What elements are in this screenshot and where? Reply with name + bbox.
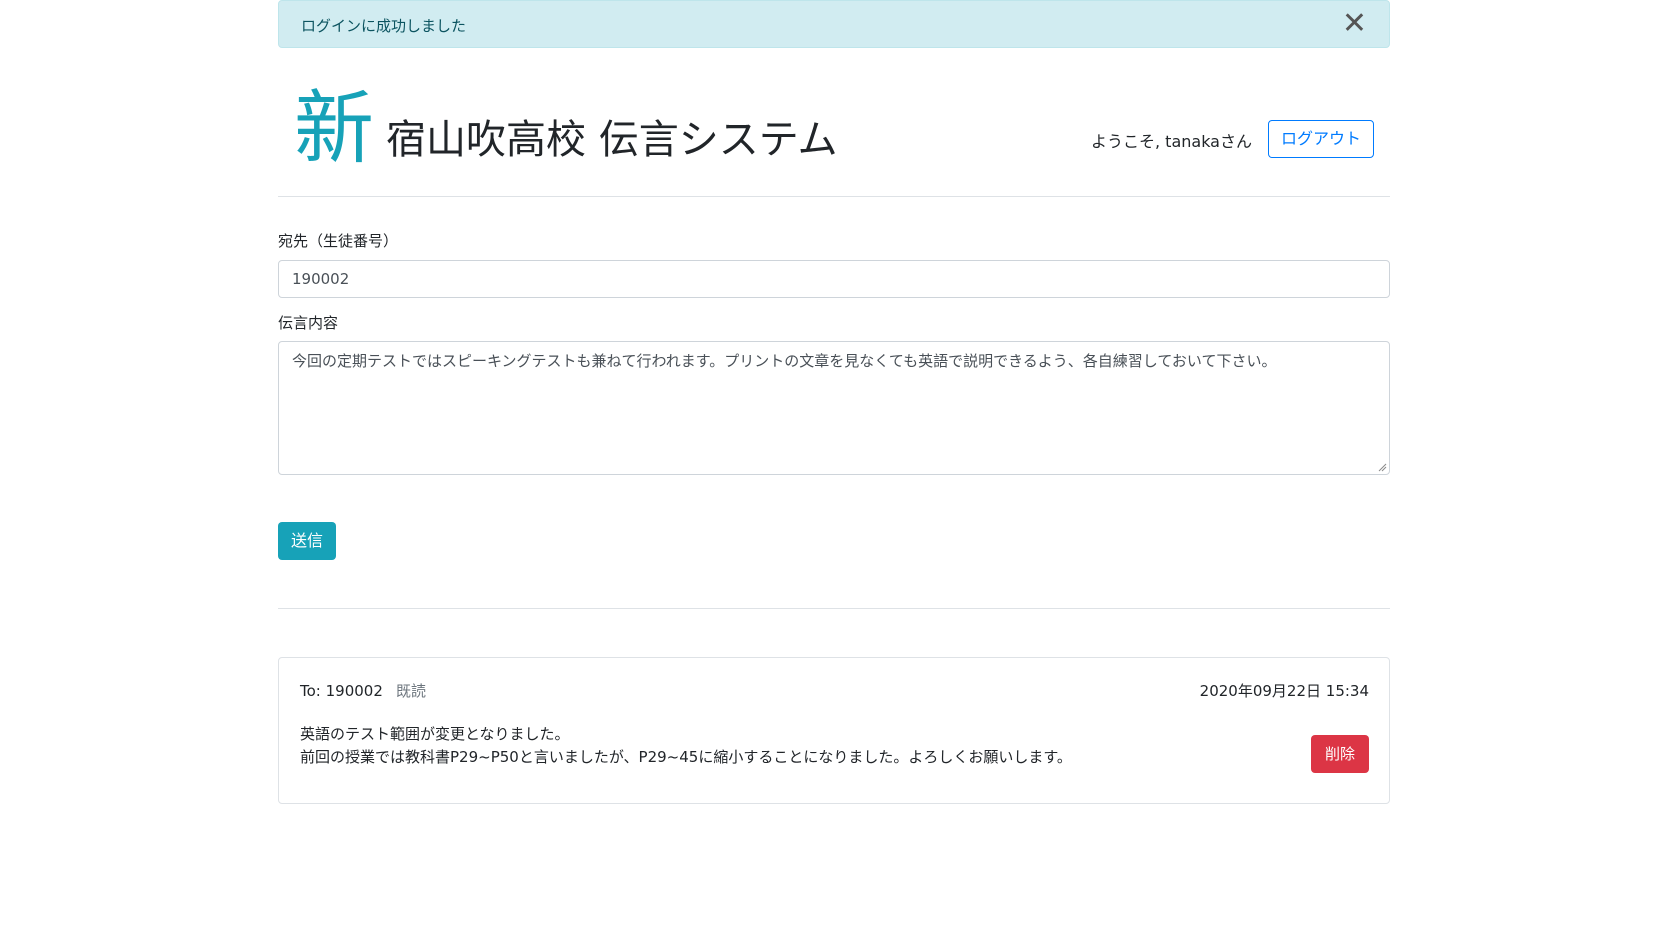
site-header: 新 宿山吹高校 伝言システム ようこそ, tanakaさん ログアウト bbox=[278, 48, 1390, 197]
resize-handle-icon[interactable] bbox=[1377, 462, 1387, 472]
recipient-label: 宛先（生徒番号） bbox=[278, 232, 399, 250]
message-recipient: To: 190002 bbox=[300, 682, 383, 700]
close-icon[interactable]: ✕ bbox=[1342, 9, 1367, 39]
logout-button[interactable]: ログアウト bbox=[1268, 120, 1374, 158]
message-line: 英語のテスト範囲が変更となりました。 bbox=[300, 725, 570, 743]
read-status-badge: 既読 bbox=[396, 682, 427, 700]
message-card: To: 190002 既読 2020年09月22日 15:34 英語のテスト範囲… bbox=[278, 657, 1390, 804]
recipient-input[interactable]: 190002 bbox=[278, 260, 1390, 298]
logo-mark: 新 bbox=[294, 82, 374, 175]
content-label: 伝言内容 bbox=[278, 314, 339, 332]
content-text: 今回の定期テストではスピーキングテストも兼ねて行われます。プリントの文章を見なく… bbox=[292, 352, 1277, 370]
message-line: 前回の授業では教科書P29~P50と言いましたが、P29~45に縮小することにな… bbox=[300, 748, 1072, 766]
welcome-text: ようこそ, tanakaさん bbox=[1091, 132, 1252, 151]
alert-message: ログインに成功しました bbox=[301, 17, 467, 35]
send-button[interactable]: 送信 bbox=[278, 522, 336, 560]
site-title: 宿山吹高校 伝言システム bbox=[386, 117, 838, 163]
login-success-alert: ログインに成功しました ✕ bbox=[278, 0, 1390, 48]
message-date: 2020年09月22日 15:34 bbox=[1199, 682, 1369, 700]
section-divider bbox=[278, 608, 1390, 609]
content-textarea[interactable]: 今回の定期テストではスピーキングテストも兼ねて行われます。プリントの文章を見なく… bbox=[278, 341, 1390, 475]
delete-button[interactable]: 削除 bbox=[1311, 735, 1369, 773]
